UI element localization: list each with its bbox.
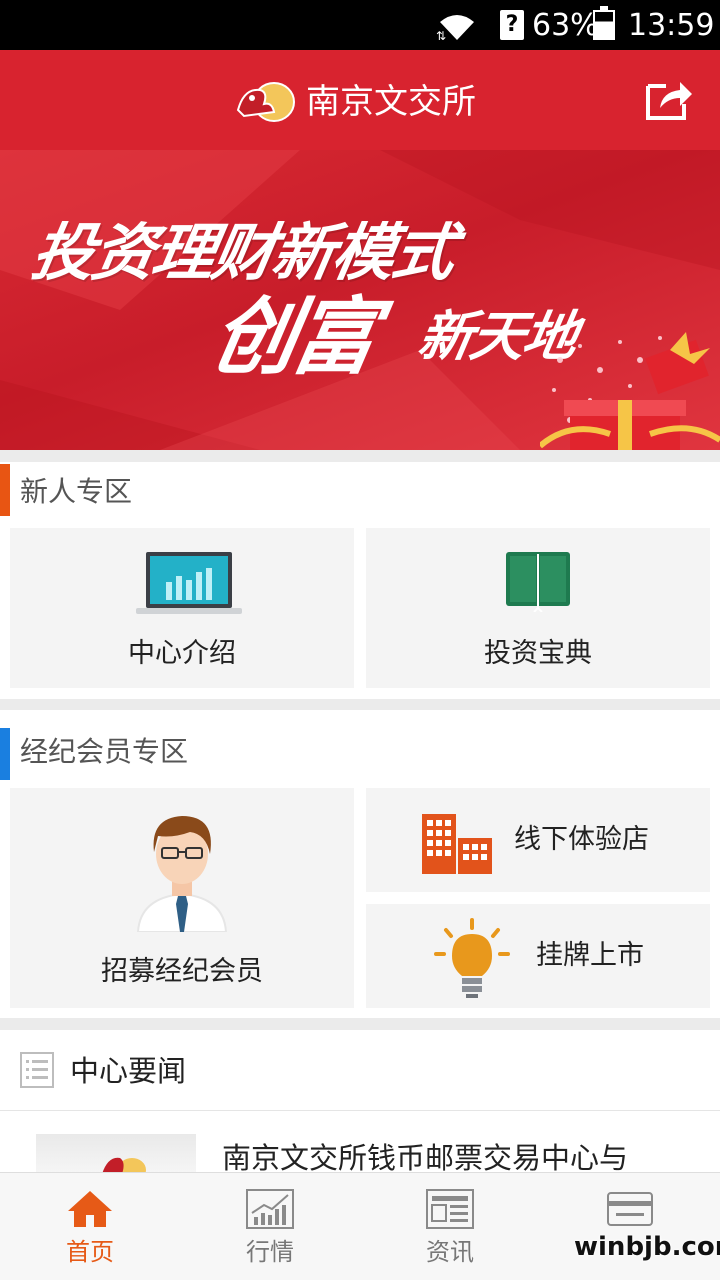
divider bbox=[0, 1110, 720, 1111]
tab-card[interactable] bbox=[540, 1173, 720, 1280]
newspaper-icon bbox=[426, 1189, 474, 1229]
news-thumbnail[interactable] bbox=[36, 1134, 196, 1174]
tab-label: 行情 bbox=[246, 1238, 294, 1266]
banner-headline-large: 创富 bbox=[204, 288, 382, 386]
tab-label: 资讯 bbox=[426, 1238, 474, 1266]
page-title: 南京文交所 bbox=[306, 82, 476, 122]
battery-icon bbox=[593, 6, 615, 40]
svg-text:⇅: ⇅ bbox=[436, 29, 446, 42]
tab-news[interactable]: 资讯 bbox=[360, 1173, 540, 1280]
buildings-icon bbox=[422, 814, 492, 874]
share-icon[interactable] bbox=[644, 78, 694, 122]
book-icon bbox=[506, 552, 570, 612]
tile-label: 中心介绍 bbox=[128, 638, 236, 669]
news-section: 中心要闻 南京文交所钱币邮票交易中心与 bbox=[0, 1030, 720, 1175]
newcomer-section: 新人专区 中心介绍 投资宝典 bbox=[0, 462, 720, 699]
section-title: 经纪会员专区 bbox=[20, 735, 189, 768]
card-icon bbox=[607, 1192, 653, 1226]
person-icon bbox=[136, 816, 228, 932]
market-chart-icon bbox=[246, 1189, 294, 1229]
app-header: 南京文交所 bbox=[0, 50, 720, 150]
lightbulb-icon bbox=[434, 918, 510, 998]
tile-label: 线下体验店 bbox=[514, 824, 649, 855]
tile-label: 投资宝典 bbox=[484, 638, 592, 669]
tile-center-intro[interactable]: 中心介绍 bbox=[10, 528, 354, 688]
section-title: 新人专区 bbox=[20, 475, 133, 508]
tab-market[interactable]: 行情 bbox=[180, 1173, 360, 1280]
list-icon bbox=[20, 1052, 54, 1088]
sim-icon: ? bbox=[500, 10, 524, 40]
broker-section: 经纪会员专区 招募经纪会员 线下体验店 挂牌上市 bbox=[0, 710, 720, 1018]
tile-recruit-broker[interactable]: 招募经纪会员 bbox=[10, 788, 354, 1008]
status-bar: ⇅ ? 63% 13:59 bbox=[0, 0, 720, 50]
tile-label: 招募经纪会员 bbox=[101, 956, 263, 987]
section-header: 新人专区 bbox=[0, 462, 720, 524]
tile-label: 挂牌上市 bbox=[536, 940, 644, 971]
section-header: 经纪会员专区 bbox=[0, 710, 720, 780]
tile-listing[interactable]: 挂牌上市 bbox=[366, 904, 710, 1008]
clock: 13:59 bbox=[628, 8, 715, 43]
news-section-title: 中心要闻 bbox=[70, 1054, 187, 1088]
home-icon bbox=[68, 1191, 112, 1227]
section-accent-bar bbox=[0, 464, 10, 516]
battery-percent: 63% bbox=[532, 8, 599, 43]
gift-box-icon bbox=[540, 332, 720, 450]
tab-home[interactable]: 首页 bbox=[0, 1173, 180, 1280]
section-accent-bar bbox=[0, 728, 10, 780]
laptop-chart-icon bbox=[136, 552, 242, 614]
lion-logo-icon bbox=[102, 1157, 146, 1174]
tile-investment-guide[interactable]: 投资宝典 bbox=[366, 528, 710, 688]
watermark-text: winbjb.com bbox=[574, 1232, 720, 1262]
tile-offline-store[interactable]: 线下体验店 bbox=[366, 788, 710, 892]
lion-logo-icon bbox=[236, 82, 295, 122]
wifi-icon: ⇅ bbox=[436, 15, 474, 42]
promo-banner[interactable]: 投资理财新模式 创富 新天地 bbox=[0, 150, 720, 450]
bottom-nav: 首页 行情 资讯 bbox=[0, 1172, 720, 1280]
tab-label: 首页 bbox=[66, 1238, 114, 1266]
